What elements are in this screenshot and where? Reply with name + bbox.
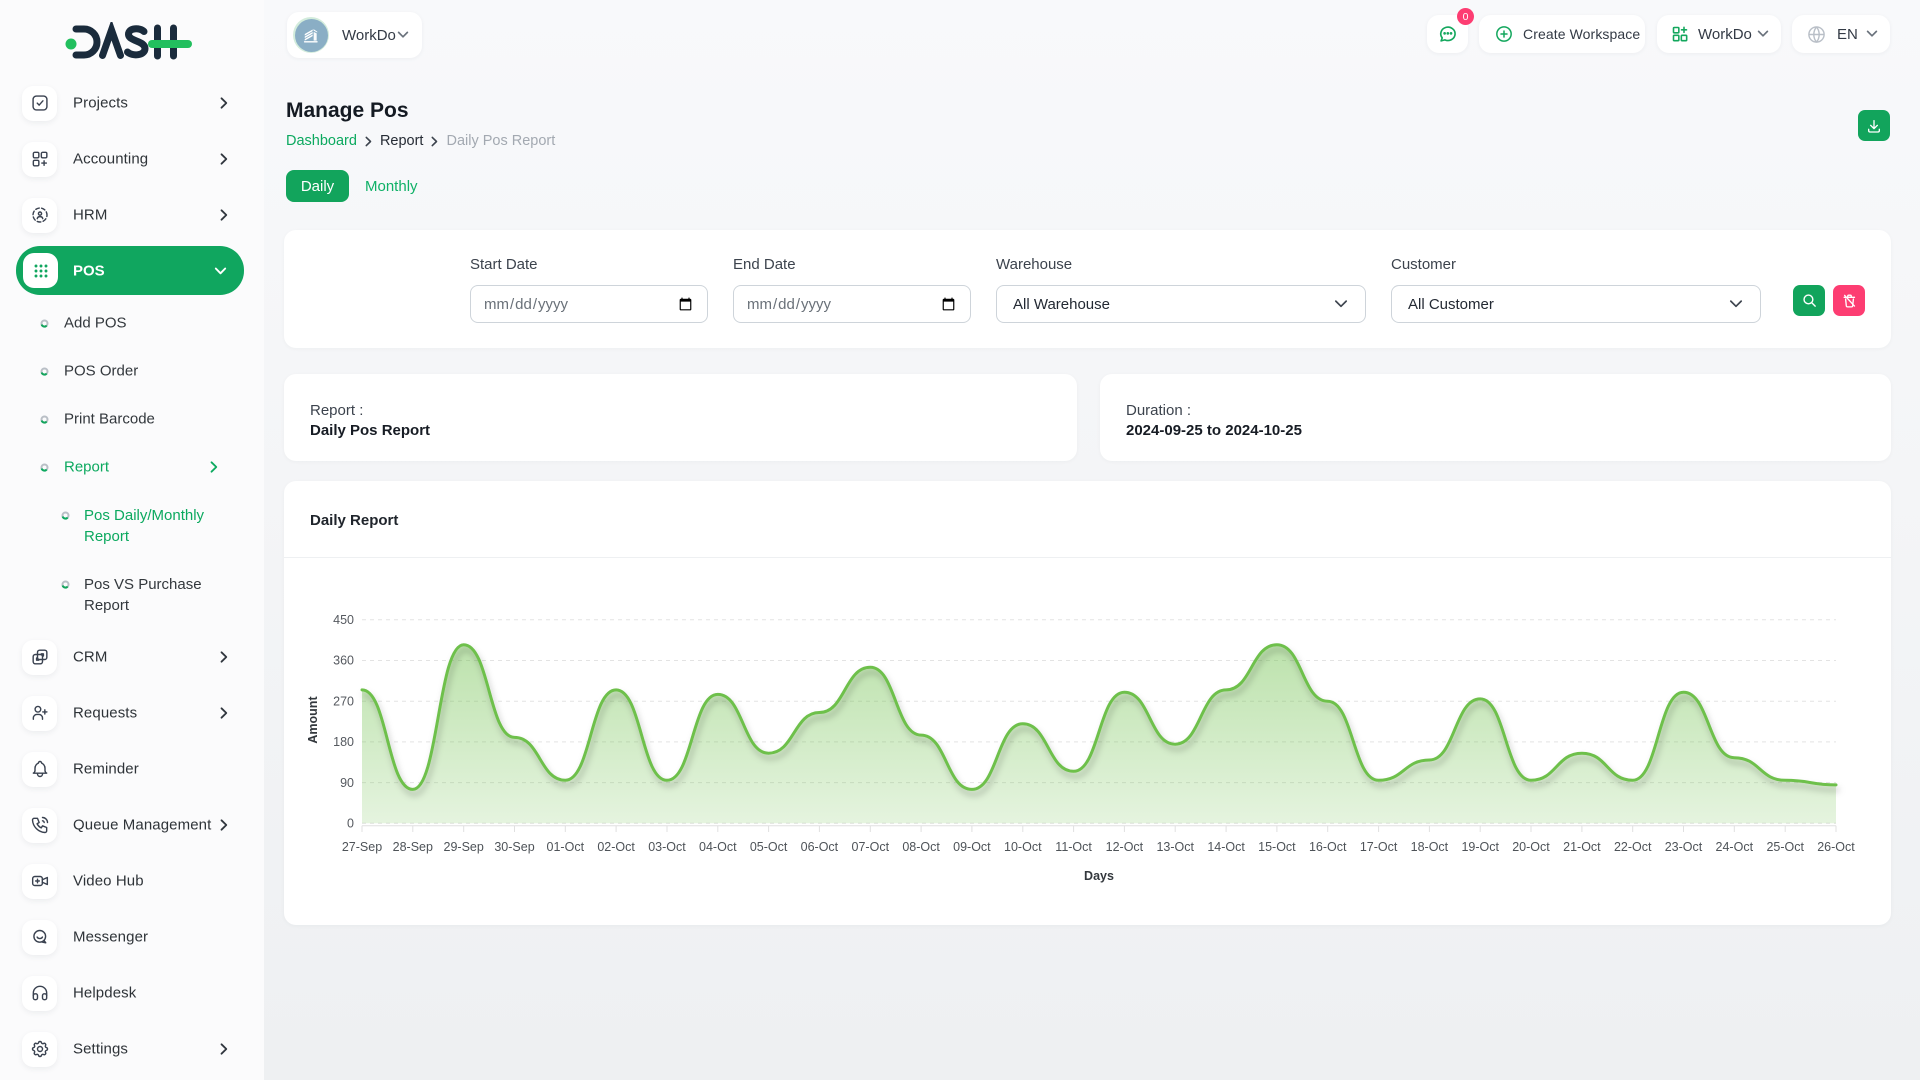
svg-text:27-Sep: 27-Sep: [342, 840, 382, 854]
svg-text:23-Oct: 23-Oct: [1665, 840, 1703, 854]
svg-text:06-Oct: 06-Oct: [801, 840, 839, 854]
svg-text:29-Sep: 29-Sep: [444, 840, 484, 854]
svg-text:13-Oct: 13-Oct: [1156, 840, 1194, 854]
svg-text:07-Oct: 07-Oct: [852, 840, 890, 854]
svg-text:19-Oct: 19-Oct: [1461, 840, 1499, 854]
svg-text:30-Sep: 30-Sep: [494, 840, 534, 854]
svg-text:17-Oct: 17-Oct: [1360, 840, 1398, 854]
svg-text:08-Oct: 08-Oct: [902, 840, 940, 854]
svg-text:0: 0: [347, 817, 354, 831]
svg-text:21-Oct: 21-Oct: [1563, 840, 1601, 854]
svg-text:28-Sep: 28-Sep: [393, 840, 433, 854]
svg-text:22-Oct: 22-Oct: [1614, 840, 1652, 854]
svg-text:26-Oct: 26-Oct: [1817, 840, 1855, 854]
svg-text:09-Oct: 09-Oct: [953, 840, 991, 854]
svg-text:05-Oct: 05-Oct: [750, 840, 788, 854]
svg-text:450: 450: [333, 613, 354, 627]
svg-text:Amount: Amount: [306, 696, 320, 744]
svg-text:20-Oct: 20-Oct: [1512, 840, 1550, 854]
svg-text:18-Oct: 18-Oct: [1411, 840, 1449, 854]
svg-text:24-Oct: 24-Oct: [1716, 840, 1754, 854]
svg-text:180: 180: [333, 735, 354, 749]
svg-text:15-Oct: 15-Oct: [1258, 840, 1296, 854]
svg-text:90: 90: [340, 776, 354, 790]
svg-text:14-Oct: 14-Oct: [1207, 840, 1245, 854]
svg-text:16-Oct: 16-Oct: [1309, 840, 1347, 854]
svg-text:270: 270: [333, 694, 354, 708]
svg-text:03-Oct: 03-Oct: [648, 840, 686, 854]
svg-text:02-Oct: 02-Oct: [597, 840, 635, 854]
svg-text:11-Oct: 11-Oct: [1055, 840, 1092, 854]
svg-text:01-Oct: 01-Oct: [547, 840, 585, 854]
svg-text:Days: Days: [1084, 869, 1114, 883]
svg-text:25-Oct: 25-Oct: [1766, 840, 1804, 854]
svg-text:10-Oct: 10-Oct: [1004, 840, 1042, 854]
svg-text:04-Oct: 04-Oct: [699, 840, 737, 854]
svg-text:360: 360: [333, 654, 354, 668]
svg-text:12-Oct: 12-Oct: [1106, 840, 1144, 854]
